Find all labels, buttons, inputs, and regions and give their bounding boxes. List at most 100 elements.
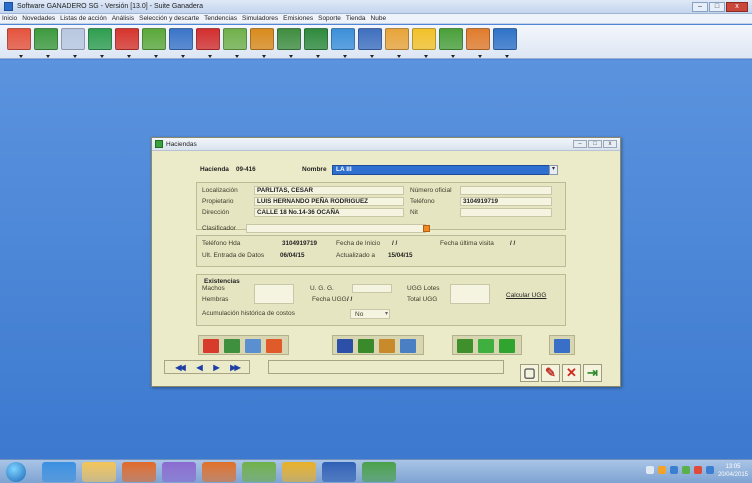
dialog-close-button[interactable]: x <box>603 140 617 148</box>
tray-icon[interactable] <box>658 466 666 474</box>
acumulacion-value: No <box>355 311 364 318</box>
edit-icon: ✎ <box>545 365 556 380</box>
telefono-value: 3104919719 <box>463 198 499 205</box>
menu-inicio[interactable]: Inicio <box>2 15 17 22</box>
menu-simuladores[interactable]: Simuladores <box>242 15 278 22</box>
last-record-button[interactable]: ▶▶ <box>230 363 240 372</box>
syringe-icon[interactable] <box>115 28 139 58</box>
pasture-icon[interactable] <box>223 28 247 58</box>
machos-hembras-field[interactable] <box>254 284 294 304</box>
fn-icon[interactable] <box>478 339 494 353</box>
localizacion-value: PARLITAS, CESAR <box>257 187 314 194</box>
paint-icon[interactable] <box>162 462 196 482</box>
acumulacion-select[interactable]: No ▾ <box>350 309 390 319</box>
close-button[interactable]: x <box>726 2 748 12</box>
ganadero-icon[interactable] <box>362 462 396 482</box>
cloud-icon[interactable] <box>331 28 355 58</box>
vaccine-icon[interactable] <box>169 28 193 58</box>
chart-icon[interactable] <box>379 339 395 353</box>
menu-tendencias[interactable]: Tendencias <box>204 15 237 22</box>
chrome-icon[interactable] <box>282 462 316 482</box>
menu-emisiones[interactable]: Emisiones <box>283 15 313 22</box>
grid-icon[interactable] <box>466 28 490 58</box>
home-icon[interactable] <box>7 28 31 58</box>
scale-icon[interactable] <box>277 28 301 58</box>
text-a-icon[interactable] <box>266 339 282 353</box>
idea-icon[interactable] <box>412 28 436 58</box>
firefox-icon[interactable] <box>202 462 236 482</box>
notes-icon[interactable] <box>400 339 416 353</box>
feed-icon[interactable] <box>142 28 166 58</box>
new-record-button[interactable]: ▢ <box>520 364 539 382</box>
settings-icon[interactable] <box>337 339 353 353</box>
nombre-label: Nombre <box>302 166 327 173</box>
calc-icon[interactable] <box>242 462 276 482</box>
tools-icon[interactable] <box>304 28 328 58</box>
delete-button[interactable]: ✕ <box>562 364 581 382</box>
person-icon[interactable] <box>358 339 374 353</box>
hacienda-name-select[interactable]: LA III ▾ <box>332 165 558 175</box>
first-record-button[interactable]: ◀◀ <box>175 363 185 372</box>
bottle-icon[interactable] <box>439 28 463 58</box>
total-ugg-field[interactable] <box>450 284 490 304</box>
sd-icon[interactable] <box>88 28 112 58</box>
word-icon[interactable] <box>322 462 356 482</box>
report-icon[interactable] <box>203 339 219 353</box>
hacienda-name-value: LA III <box>336 166 352 173</box>
dialog-minimize-button[interactable]: – <box>573 140 587 148</box>
explorer-icon[interactable] <box>82 462 116 482</box>
dialog-maximize-button[interactable]: □ <box>588 140 602 148</box>
map-icon[interactable] <box>224 339 240 353</box>
menu-tienda[interactable]: Tienda <box>346 15 366 22</box>
icon-bar-left <box>198 335 289 355</box>
media-icon[interactable] <box>122 462 156 482</box>
fecha-ugg-value: / / <box>347 296 353 303</box>
numero-oficial-field[interactable] <box>460 186 552 195</box>
prev-record-button[interactable]: ◀ <box>196 363 202 372</box>
maximize-button[interactable]: □ <box>709 2 725 12</box>
hacienda-code: 09-416 <box>236 166 256 173</box>
actualizado-label: Actualizado a <box>336 252 376 259</box>
chevron-down-icon[interactable]: ▾ <box>549 165 558 175</box>
money-bag-icon[interactable] <box>457 339 473 353</box>
menu-nube[interactable]: Nube <box>371 15 387 22</box>
main-toolbar <box>0 25 752 59</box>
tray-icon[interactable] <box>682 466 690 474</box>
tray-icon[interactable] <box>670 466 678 474</box>
cattle-icon[interactable] <box>34 28 58 58</box>
clasificador-search-icon[interactable] <box>423 225 430 232</box>
exit-button[interactable]: ⇥ <box>583 364 602 382</box>
ie-icon[interactable] <box>42 462 76 482</box>
menu-soporte[interactable]: Soporte <box>318 15 341 22</box>
next-record-button[interactable]: ▶ <box>213 363 219 372</box>
menu-analisis[interactable]: Análisis <box>112 15 134 22</box>
farm-photo-icon[interactable] <box>245 339 261 353</box>
menu-listas-de-accion[interactable]: Listas de acción <box>60 15 107 22</box>
calcular-ugg-link[interactable]: Calcular UGG <box>506 292 546 299</box>
tray-icon[interactable] <box>694 466 702 474</box>
minimize-button[interactable]: – <box>692 2 708 12</box>
medical-icon[interactable] <box>196 28 220 58</box>
start-button[interactable] <box>6 462 26 482</box>
chevron-down-icon[interactable]: ▾ <box>385 310 388 317</box>
fv-icon[interactable] <box>499 339 515 353</box>
edit-button[interactable]: ✎ <box>541 364 560 382</box>
existencias-title: Existencias <box>204 278 240 285</box>
ugg-field[interactable] <box>352 284 392 293</box>
clock[interactable]: 13:05 20/04/2015 <box>718 463 748 479</box>
report-icon[interactable] <box>358 28 382 58</box>
clasificador-label: Clasificador <box>202 225 236 232</box>
icon-bar-camera <box>549 335 575 355</box>
clasificador-field[interactable] <box>246 224 426 233</box>
tray-icon[interactable] <box>646 466 654 474</box>
cloud-upload-icon[interactable] <box>493 28 517 58</box>
app-title-bar: Software GANADERO SG - Versión [13.0] - … <box>0 0 752 14</box>
cow-icon[interactable] <box>61 28 85 58</box>
menu-seleccion[interactable]: Selección y descarte <box>139 15 199 22</box>
tray-icon[interactable] <box>706 466 714 474</box>
nit-field[interactable] <box>460 208 552 217</box>
menu-novedades[interactable]: Novedades <box>22 15 55 22</box>
calendar-icon[interactable] <box>385 28 409 58</box>
truck-icon[interactable] <box>250 28 274 58</box>
camera-icon[interactable] <box>554 339 570 353</box>
